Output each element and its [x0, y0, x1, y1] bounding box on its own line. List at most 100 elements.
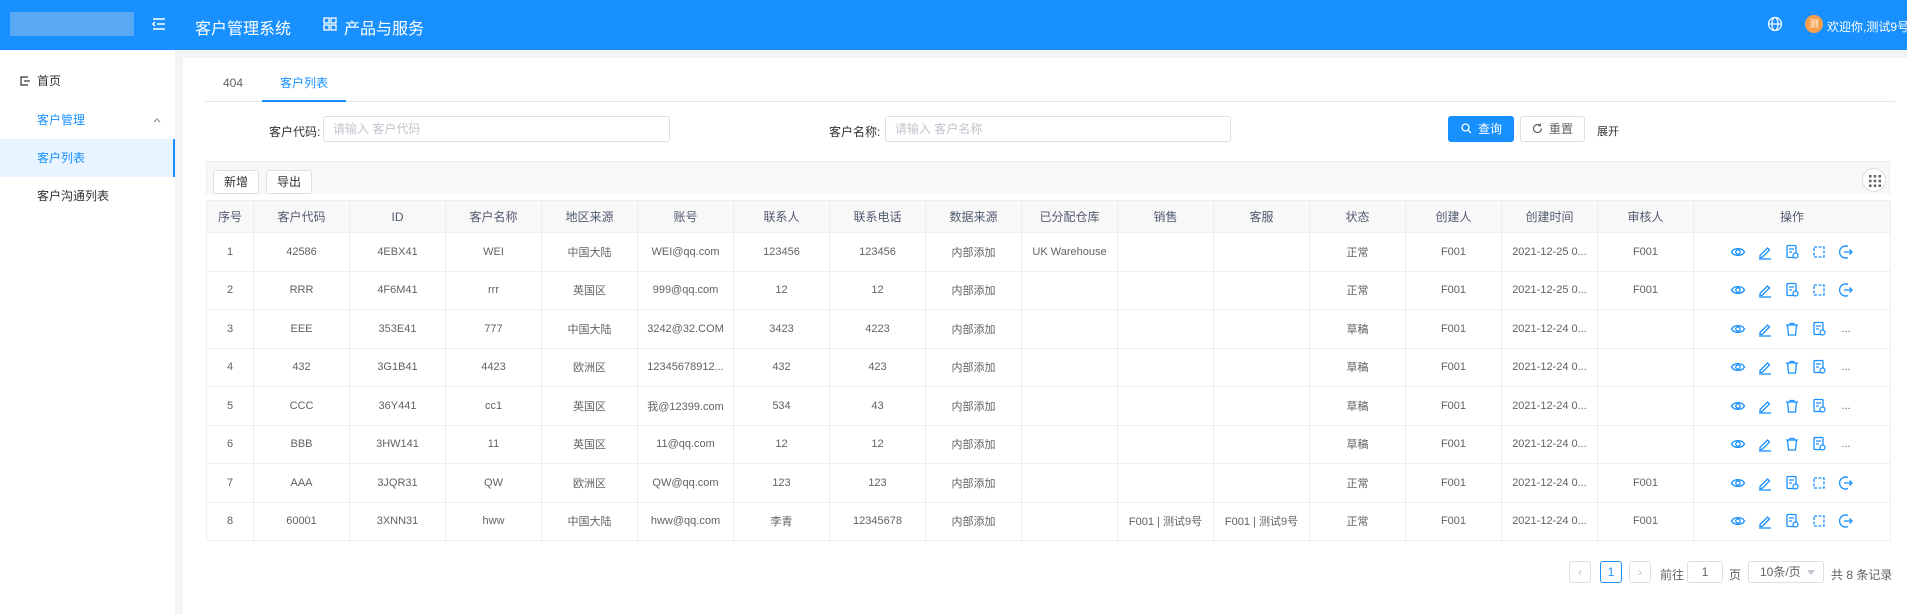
- table-row[interactable]: 4 432 3G1B41 4423 欧洲区 12345678912... 432 423 内部添…: [206, 347, 1891, 387]
- delete-icon[interactable]: [1784, 436, 1800, 452]
- cell-phone: 4223: [829, 309, 926, 349]
- page-number-1[interactable]: 1: [1600, 561, 1622, 583]
- menu-fold-icon[interactable]: [150, 15, 168, 33]
- sidebar-group-customer-management[interactable]: 客户管理: [0, 101, 175, 139]
- crop-icon[interactable]: [1811, 244, 1827, 260]
- table-row[interactable]: 1 42586 4EBX41 WEI 中国大陆 WEI@qq.com 123456 12345…: [206, 232, 1891, 272]
- cell-region: 英国区: [541, 424, 638, 464]
- logout-icon[interactable]: [1838, 282, 1854, 298]
- edit-icon[interactable]: [1757, 398, 1773, 414]
- sidebar-item-customer-list[interactable]: 客户列表: [0, 139, 175, 177]
- cell-created: 2021-12-25 0...: [1501, 270, 1598, 310]
- cell-no: 5: [206, 386, 254, 426]
- logout-icon[interactable]: [1838, 475, 1854, 491]
- cell-warehouse: UK Warehouse: [1021, 232, 1118, 272]
- customer-code-label: 客户代码:: [269, 125, 321, 139]
- edit-icon[interactable]: [1757, 359, 1773, 375]
- product-services-menu[interactable]: 产品与服务: [344, 15, 424, 39]
- logo[interactable]: [10, 12, 134, 36]
- goto-page-input[interactable]: 1: [1687, 561, 1723, 583]
- customer-name-input[interactable]: [885, 116, 1231, 142]
- table-row[interactable]: 7 AAA 3JQR31 QW 欧洲区 QW@qq.com 123 123 内部添加 正常 F001…: [206, 463, 1891, 503]
- view-icon[interactable]: [1730, 513, 1746, 529]
- more-actions-button[interactable]: ...: [1838, 359, 1854, 375]
- audit-icon[interactable]: [1811, 359, 1827, 375]
- delete-icon[interactable]: [1784, 359, 1800, 375]
- logout-icon[interactable]: [1838, 244, 1854, 260]
- view-icon[interactable]: [1730, 321, 1746, 337]
- column-header: 客服: [1213, 200, 1310, 233]
- table-row[interactable]: 3 EEE 353E41 777 中国大陆 3242@32.COM 3423 4223 内部添加…: [206, 309, 1891, 349]
- delete-icon[interactable]: [1784, 321, 1800, 337]
- cell-auditor: [1597, 347, 1694, 387]
- more-actions-button[interactable]: ...: [1838, 436, 1854, 452]
- edit-icon[interactable]: [1757, 321, 1773, 337]
- delete-icon[interactable]: [1784, 398, 1800, 414]
- table-row[interactable]: 6 BBB 3HW141 11 英国区 11@qq.com 12 12 内部添加 草稿 F001 20…: [206, 424, 1891, 464]
- avatar[interactable]: 测: [1805, 15, 1823, 33]
- edit-icon[interactable]: [1757, 282, 1773, 298]
- cell-auditor: F001: [1597, 501, 1694, 541]
- audit-icon[interactable]: [1811, 321, 1827, 337]
- next-page-button[interactable]: ›: [1629, 561, 1651, 583]
- view-icon[interactable]: [1730, 282, 1746, 298]
- column-settings-button[interactable]: [1862, 168, 1886, 192]
- expand-link[interactable]: 展开: [1597, 123, 1619, 139]
- cell-actions: [1693, 501, 1891, 541]
- sidebar-item-label: 首页: [37, 74, 62, 88]
- cell-code: 60001: [253, 501, 350, 541]
- audit-icon[interactable]: [1784, 282, 1800, 298]
- cell-account: 999@qq.com: [637, 270, 734, 310]
- view-icon[interactable]: [1730, 436, 1746, 452]
- cell-service: [1213, 270, 1310, 310]
- export-button[interactable]: 导出: [266, 170, 312, 194]
- prev-page-button[interactable]: ‹: [1569, 561, 1591, 583]
- welcome-user[interactable]: 欢迎你,测试9号: [1827, 18, 1907, 35]
- audit-icon[interactable]: [1811, 398, 1827, 414]
- view-icon[interactable]: [1730, 244, 1746, 260]
- add-button[interactable]: 新增: [213, 170, 259, 194]
- audit-icon[interactable]: [1784, 244, 1800, 260]
- cell-id: 36Y441: [349, 386, 446, 426]
- sidebar-item-customer-communication[interactable]: 客户沟通列表: [0, 177, 175, 215]
- cell-phone: 123: [829, 463, 926, 503]
- column-header: 状态: [1309, 200, 1406, 233]
- cell-actions: ...: [1693, 309, 1891, 349]
- customer-code-input[interactable]: [323, 116, 670, 142]
- language-globe-icon[interactable]: [1767, 16, 1783, 32]
- more-actions-button[interactable]: ...: [1838, 398, 1854, 414]
- tab-404[interactable]: 404: [205, 58, 261, 102]
- table-row[interactable]: 5 CCC 36Y441 cc1 英国区 我@12399.com 534 43 内部添加 草稿 F0…: [206, 386, 1891, 426]
- edit-icon[interactable]: [1757, 513, 1773, 529]
- reset-button[interactable]: 重置: [1520, 116, 1585, 142]
- table-row[interactable]: 8 60001 3XNN31 hww 中国大陆 hww@qq.com 李青 12345678 内…: [206, 501, 1891, 541]
- query-button[interactable]: 查询: [1448, 116, 1514, 142]
- refresh-icon: [1532, 123, 1543, 134]
- cell-account: 我@12399.com: [637, 386, 734, 426]
- sidebar-item-home[interactable]: 首页: [0, 62, 175, 100]
- cell-actions: [1693, 232, 1891, 272]
- customer-table: 序号 客户代码 ID 客户名称 地区来源 账号 联系人 联系电话 数据来源 已分配仓库 销售 客服 状态…: [206, 200, 1891, 541]
- table-row[interactable]: 2 RRR 4F6M41 rrr 英国区 999@qq.com 12 12 内部添加 正常 F001…: [206, 270, 1891, 310]
- edit-icon[interactable]: [1757, 475, 1773, 491]
- cell-name: QW: [445, 463, 542, 503]
- tab-customer-list[interactable]: 客户列表: [262, 58, 347, 102]
- crop-icon[interactable]: [1811, 513, 1827, 529]
- cell-code: RRR: [253, 270, 350, 310]
- column-header: 客户名称: [445, 200, 542, 233]
- page-size-select[interactable]: 10条/页: [1748, 561, 1824, 583]
- page-size-value: 10条/页: [1760, 565, 1801, 579]
- crop-icon[interactable]: [1811, 282, 1827, 298]
- view-icon[interactable]: [1730, 475, 1746, 491]
- audit-icon[interactable]: [1784, 513, 1800, 529]
- more-actions-button[interactable]: ...: [1838, 321, 1854, 337]
- logout-icon[interactable]: [1838, 513, 1854, 529]
- view-icon[interactable]: [1730, 359, 1746, 375]
- audit-icon[interactable]: [1784, 475, 1800, 491]
- view-icon[interactable]: [1730, 398, 1746, 414]
- crop-icon[interactable]: [1811, 475, 1827, 491]
- audit-icon[interactable]: [1811, 436, 1827, 452]
- edit-icon[interactable]: [1757, 244, 1773, 260]
- edit-icon[interactable]: [1757, 436, 1773, 452]
- cell-code: EEE: [253, 309, 350, 349]
